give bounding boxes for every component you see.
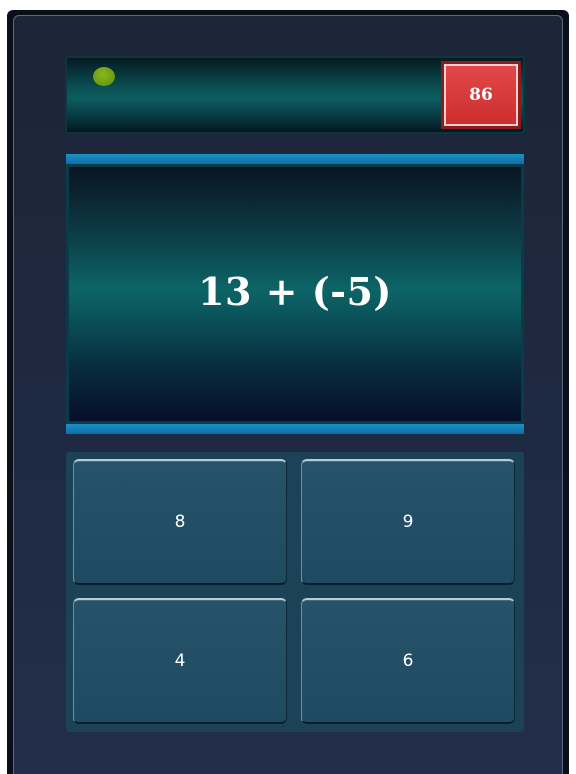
answer-button-1[interactable]: 8: [73, 459, 287, 585]
status-bar: 86: [65, 56, 525, 134]
answer-button-2[interactable]: 9: [301, 459, 515, 585]
game-panel: 86 13 + (-5) 8 9 4 6: [13, 15, 563, 774]
status-indicator-dot: [93, 67, 115, 86]
question-bottom-accent-bar: [66, 424, 524, 434]
timer-value: 86: [444, 64, 518, 126]
question-expression: 13 + (-5): [198, 268, 392, 314]
question-display: 13 + (-5): [66, 164, 524, 424]
timer-badge: 86: [441, 61, 521, 129]
game-frame: 86 13 + (-5) 8 9 4 6: [7, 10, 569, 774]
answer-button-3[interactable]: 4: [73, 598, 287, 724]
answer-button-4[interactable]: 6: [301, 598, 515, 724]
answer-grid: 8 9 4 6: [66, 452, 524, 732]
question-top-accent-bar: [66, 154, 524, 164]
